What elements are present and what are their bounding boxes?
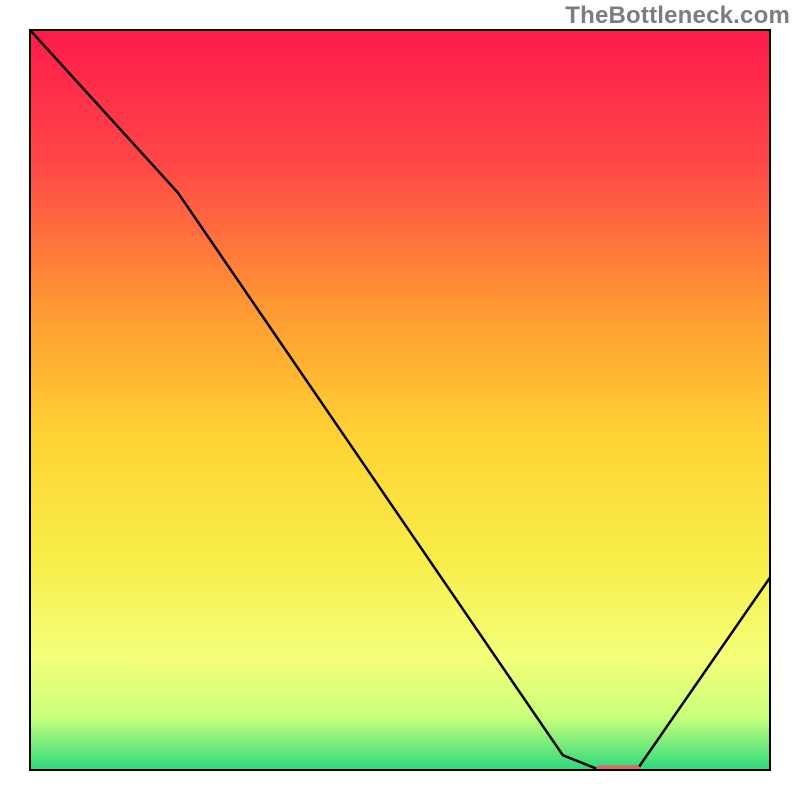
plot-background <box>30 30 770 770</box>
bottleneck-chart <box>0 0 800 800</box>
chart-wrapper: TheBottleneck.com <box>0 0 800 800</box>
attribution-label: TheBottleneck.com <box>565 2 790 30</box>
